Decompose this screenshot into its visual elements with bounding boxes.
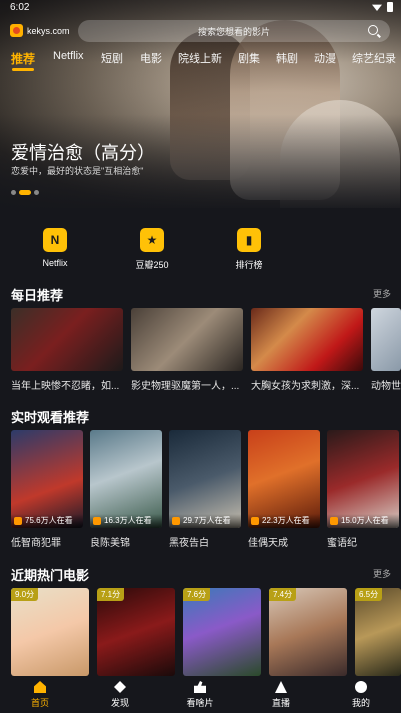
tab-korean[interactable]: 韩剧: [276, 50, 298, 66]
hot-card[interactable]: 7.1分: [97, 588, 175, 676]
live-name: 低智商犯罪: [11, 538, 61, 549]
carousel-dots: [11, 190, 39, 195]
hot-more-link[interactable]: 更多: [373, 567, 391, 580]
nav-label: 我的: [351, 698, 370, 708]
daily-caption: 当年上映惨不忍睹，如...: [11, 381, 120, 392]
status-bar: 6:02: [0, 0, 401, 14]
tab-movies[interactable]: 电影: [140, 50, 162, 66]
bottom-navigation: 首页 发现 看啥片 直播 我的: [0, 676, 401, 713]
thumbs-up-icon: [194, 681, 206, 693]
profile-icon: [355, 681, 367, 693]
watching-count: 29.7万人在看: [183, 516, 231, 525]
chart-icon: ▮: [237, 228, 261, 252]
fire-icon: [14, 517, 22, 525]
netflix-icon: N: [43, 228, 67, 252]
daily-card[interactable]: [131, 308, 243, 371]
hero-title: 爱情治愈（高分）: [11, 143, 155, 163]
hot-card[interactable]: 6.5分: [355, 588, 401, 676]
live-card[interactable]: 75.6万人在看: [11, 430, 83, 528]
quick-label: Netflix: [42, 258, 68, 268]
nav-live[interactable]: 直播: [251, 681, 311, 709]
live-icon: [275, 681, 287, 693]
nav-discover[interactable]: 发现: [90, 681, 150, 709]
tab-recommend[interactable]: 推荐: [11, 50, 35, 67]
section-title-daily: 每日推荐: [11, 288, 64, 303]
quick-label: 豆瓣250: [135, 260, 169, 270]
brand-name: kekys.com: [27, 25, 70, 36]
score-badge: 9.0分: [11, 588, 39, 601]
fire-icon: [251, 517, 259, 525]
watching-count: 22.3万人在看: [262, 516, 310, 525]
search-input[interactable]: 搜索您想看的影片: [78, 20, 390, 42]
search-placeholder: 搜索您想看的影片: [197, 27, 270, 37]
daily-caption: 大胸女孩为求刺激，深...: [251, 381, 360, 392]
fire-icon: [93, 517, 101, 525]
home-icon: [34, 681, 46, 693]
quick-label: 排行榜: [235, 260, 263, 270]
hot-card[interactable]: 7.4分: [269, 588, 347, 676]
logo-icon: [10, 24, 23, 37]
quick-netflix[interactable]: N Netflix: [25, 228, 85, 268]
carousel-dot[interactable]: [34, 190, 39, 195]
daily-caption: 影史物理驱魔第一人，...: [131, 381, 240, 392]
fire-icon: [330, 517, 338, 525]
live-card[interactable]: 15.0万人在看: [327, 430, 399, 528]
watching-count: 75.6万人在看: [25, 516, 73, 525]
daily-card[interactable]: [11, 308, 123, 371]
nav-label: 看啥片: [186, 698, 214, 708]
live-name: 佳偶天成: [248, 538, 288, 549]
quick-douban250[interactable]: ★ 豆瓣250: [122, 228, 182, 271]
discover-icon: [114, 681, 126, 693]
tab-series[interactable]: 剧集: [238, 50, 260, 66]
hero-subtitle: 恋爱中，最好的状态是"互相治愈": [11, 166, 144, 176]
score-badge: 7.6分: [183, 588, 211, 601]
nav-what-to-watch[interactable]: 看啥片: [170, 681, 230, 709]
wifi-icon: [372, 4, 382, 11]
section-title-hot: 近期热门电影: [11, 568, 90, 583]
watching-count: 16.3万人在看: [104, 516, 152, 525]
top-bar: kekys.com 搜索您想看的影片: [0, 20, 401, 42]
live-card[interactable]: 16.3万人在看: [90, 430, 162, 528]
live-card[interactable]: 22.3万人在看: [248, 430, 320, 528]
carousel-dot-active[interactable]: [19, 190, 31, 195]
score-badge: 7.1分: [97, 588, 125, 601]
fire-icon: [172, 517, 180, 525]
active-tab-indicator: [12, 68, 34, 71]
tab-cinema-new[interactable]: 院线上新: [178, 50, 222, 66]
tab-anime[interactable]: 动漫: [314, 50, 336, 66]
battery-icon: [387, 2, 393, 12]
quick-ranking[interactable]: ▮ 排行榜: [219, 228, 279, 271]
status-time: 6:02: [10, 2, 30, 13]
category-tabs: 推荐 Netflix 短剧 电影 院线上新 剧集 韩剧 动漫 综艺纪录: [0, 50, 401, 72]
live-card[interactable]: 29.7万人在看: [169, 430, 241, 528]
douban-icon: ★: [140, 228, 164, 252]
score-badge: 7.4分: [269, 588, 297, 601]
search-icon[interactable]: [368, 25, 378, 35]
app-logo[interactable]: kekys.com: [10, 24, 70, 37]
hot-card[interactable]: 7.6分: [183, 588, 261, 676]
live-name: 良陈美锦: [90, 538, 130, 549]
score-badge: 6.5分: [355, 588, 383, 601]
tab-netflix[interactable]: Netflix: [53, 50, 84, 62]
live-name: 黑夜告白: [169, 538, 209, 549]
tab-variety[interactable]: 综艺纪录: [352, 50, 396, 66]
nav-profile[interactable]: 我的: [331, 681, 391, 709]
daily-more-link[interactable]: 更多: [373, 287, 391, 300]
nav-home[interactable]: 首页: [10, 681, 70, 709]
nav-label: 发现: [110, 698, 129, 708]
section-title-live: 实时观看推荐: [11, 410, 90, 425]
daily-card[interactable]: [371, 308, 401, 371]
hot-card[interactable]: 9.0分: [11, 588, 89, 676]
nav-label: 直播: [271, 698, 290, 708]
tab-short-drama[interactable]: 短剧: [101, 50, 123, 66]
carousel-dot[interactable]: [11, 190, 16, 195]
watching-count: 15.0万人在看: [341, 516, 389, 525]
daily-caption: 动物世: [371, 381, 401, 392]
live-name: 蜜语纪: [327, 538, 357, 549]
daily-card[interactable]: [251, 308, 363, 371]
nav-label: 首页: [30, 698, 49, 708]
